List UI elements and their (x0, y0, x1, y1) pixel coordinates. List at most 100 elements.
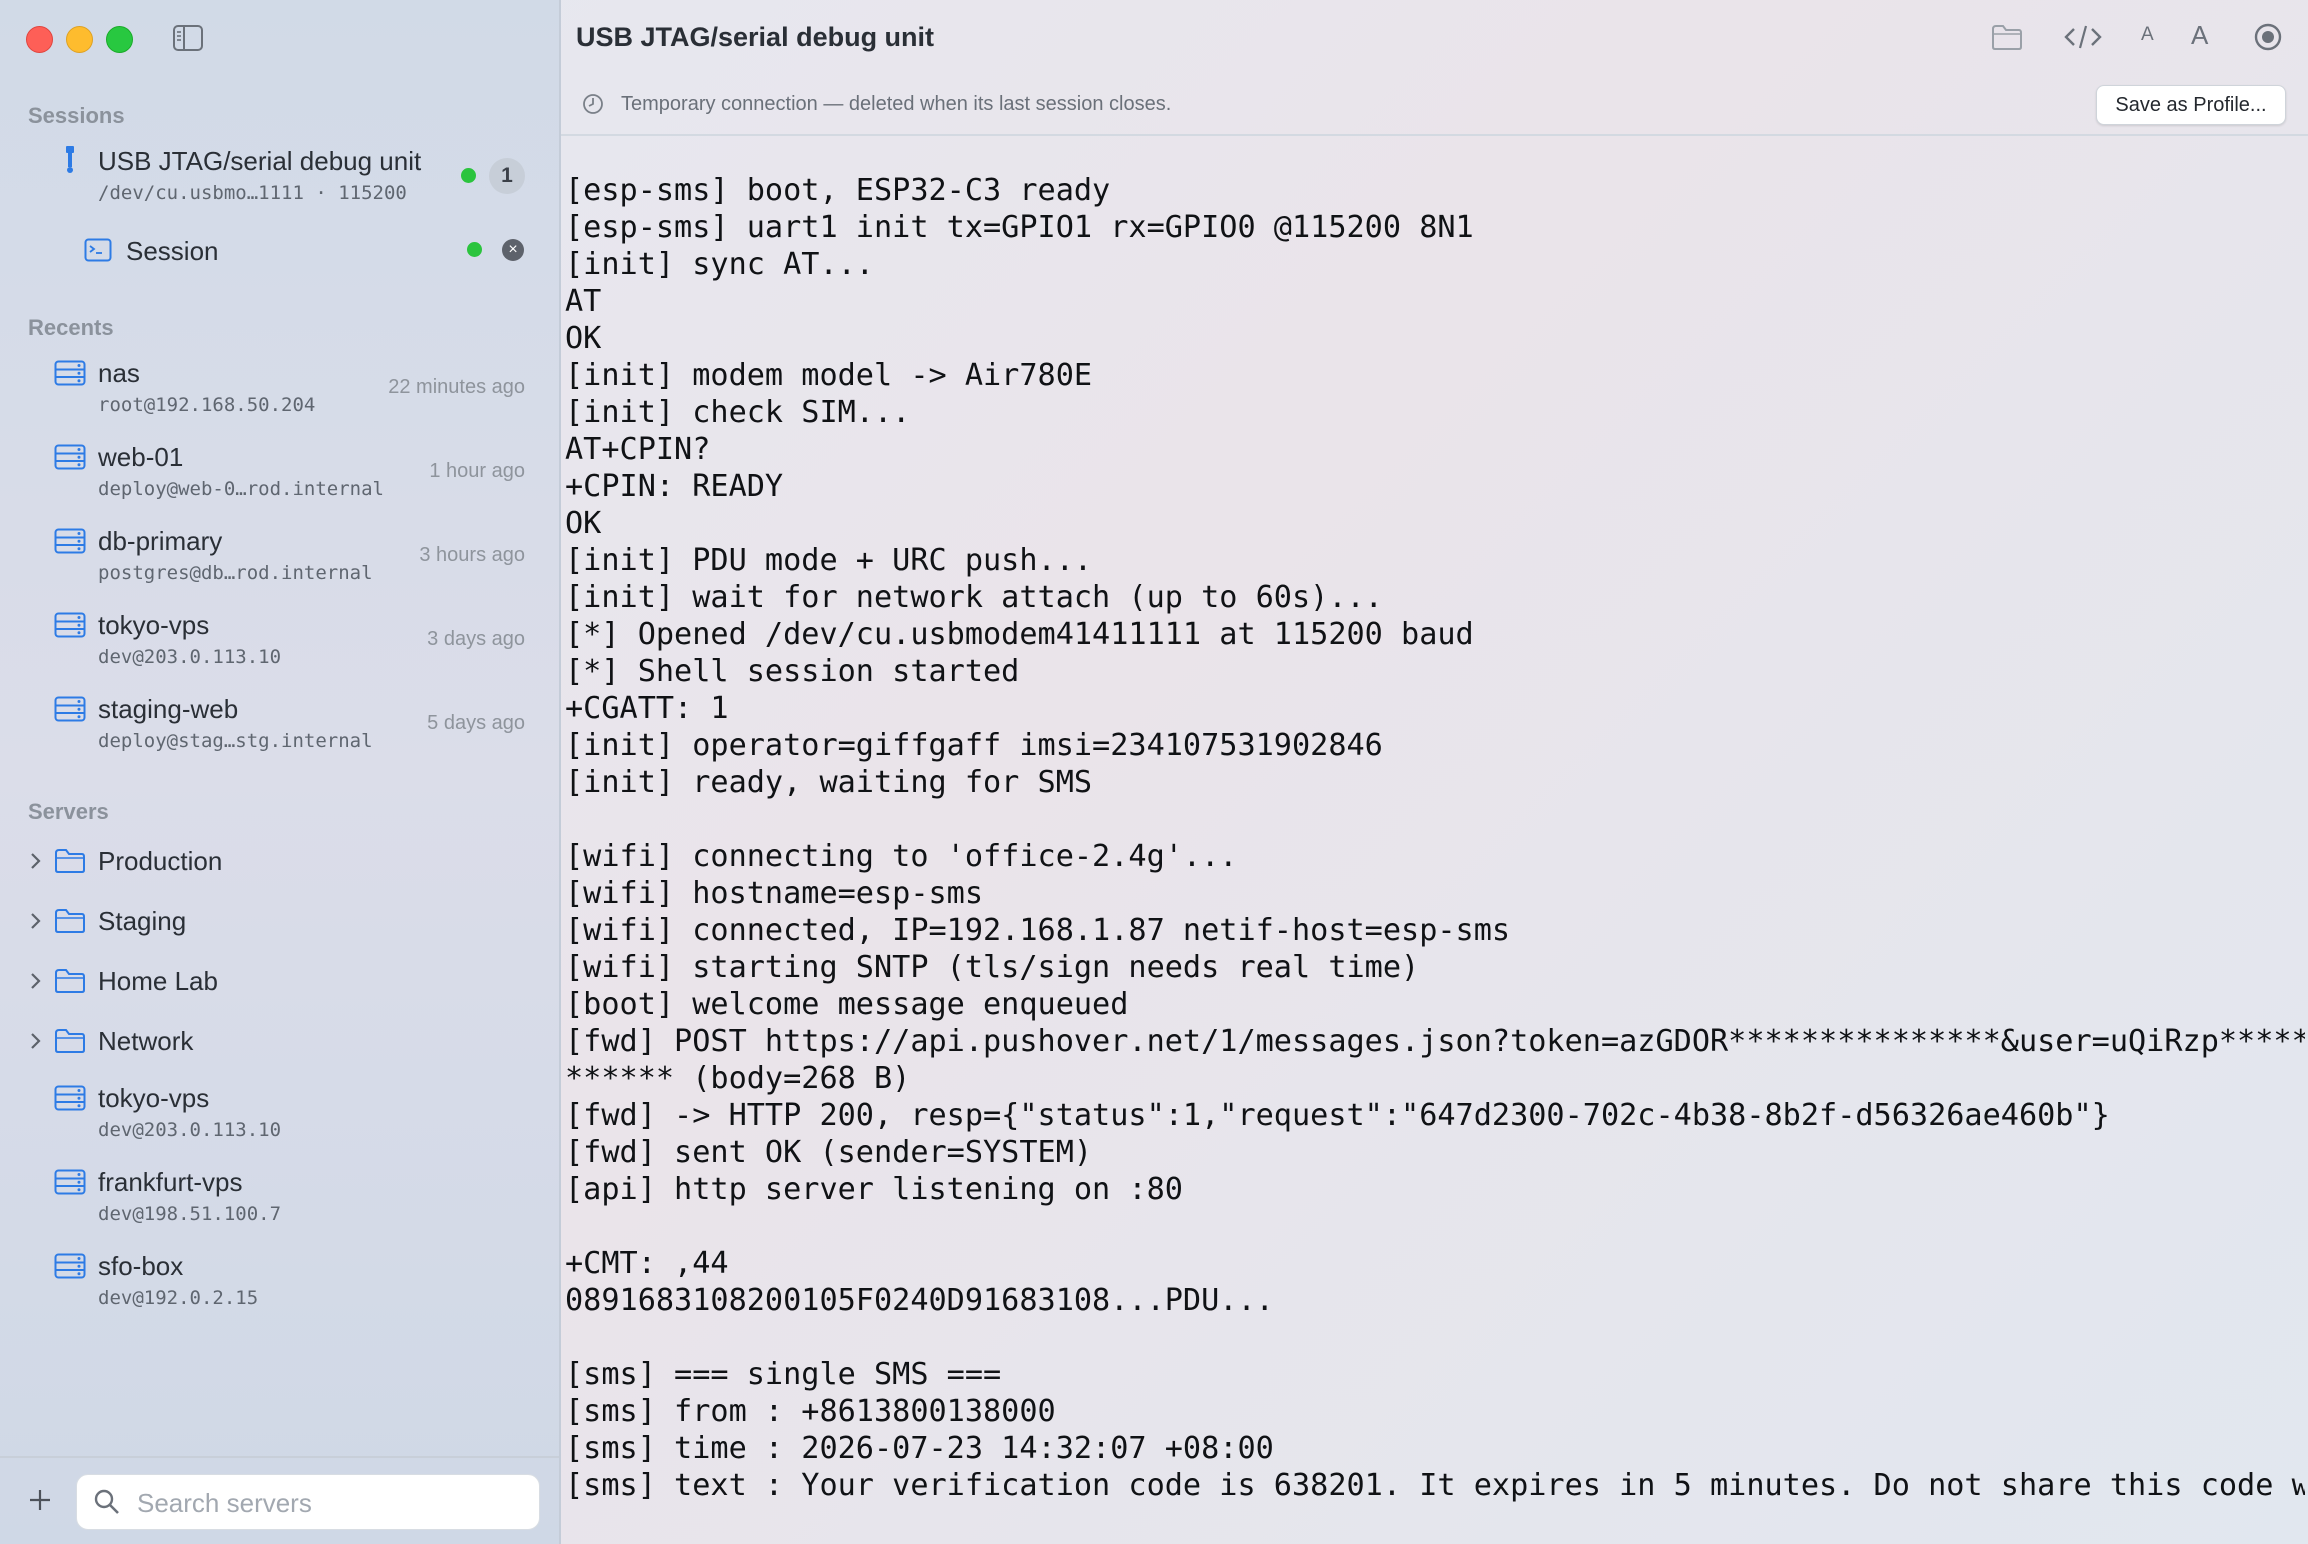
chevron-right-icon[interactable] (28, 851, 42, 871)
folder-icon (55, 969, 85, 993)
recent-time: 1 hour ago (429, 460, 525, 482)
sidebar-bottom-bar (0, 1456, 559, 1544)
search-field[interactable] (76, 1474, 540, 1531)
server-icon (54, 528, 86, 554)
terminal-line: OK (565, 506, 602, 541)
chevron-right-icon[interactable] (28, 1031, 42, 1051)
folder-label: Home Lab (98, 966, 218, 996)
session-count-badge: 1 (489, 158, 525, 194)
recent-time: 5 days ago (427, 712, 525, 734)
connection-name: USB JTAG/serial debug unit (98, 146, 422, 176)
terminal-line: [sms] text : Your verification code is 6… (565, 1468, 2305, 1503)
terminal-line: +CPIN: READY (565, 469, 784, 504)
server-icon (54, 360, 86, 386)
server-icon (54, 1169, 86, 1195)
banner-message: Temporary connection — deleted when its … (621, 93, 1172, 115)
terminal-line: [wifi] connected, IP=192.168.1.87 netif-… (565, 913, 1511, 948)
app-window: Sessions USB JTAG/serial debug unit /dev… (0, 0, 2308, 1544)
server-icon (54, 1253, 86, 1279)
folder-label: Production (98, 846, 223, 876)
terminal-line: [fwd] -> HTTP 200, resp={"status":1,"req… (565, 1098, 2110, 1133)
recent-address: dev@203.0.113.10 (98, 646, 282, 668)
terminal-line: OK (565, 321, 602, 356)
terminal-line: [wifi] starting SNTP (tls/sign needs rea… (565, 950, 1420, 985)
temporary-connection-banner: Temporary connection — deleted when its … (561, 80, 2308, 136)
terminal-line: [init] check SIM... (565, 395, 911, 430)
session-label: Session (126, 236, 219, 266)
folder-icon (55, 849, 85, 873)
terminal-line: [*] Shell session started (565, 654, 1020, 689)
terminal-line: [init] PDU mode + URC push... (565, 543, 1093, 578)
record-icon[interactable] (2251, 20, 2285, 54)
usb-plug-icon (66, 146, 74, 173)
terminal-line: [wifi] connecting to 'office-2.4g'... (565, 839, 1238, 874)
terminal-line: +CGATT: 1 (565, 691, 729, 726)
folder-icon (55, 1029, 85, 1053)
close-session-button[interactable]: × (502, 239, 524, 261)
terminal-line: [wifi] hostname=esp-sms (565, 876, 984, 911)
server-name: sfo-box (98, 1251, 184, 1281)
text-larger-icon[interactable]: A (2191, 20, 2208, 54)
sidebar-toggle-icon[interactable] (172, 24, 204, 52)
recent-address: root@192.168.50.204 (98, 394, 316, 416)
terminal-line: [esp-sms] uart1 init tx=GPIO1 rx=GPIO0 @… (565, 210, 1474, 245)
search-icon (94, 1489, 119, 1514)
servers-section-title: Servers (28, 799, 109, 824)
terminal-line: AT (565, 284, 602, 319)
terminal-line: ****** (body=268 B) (565, 1061, 911, 1096)
terminal-output[interactable]: [esp-sms] boot, ESP32-C3 ready [esp-sms] … (565, 172, 2305, 1504)
server-address: dev@192.0.2.15 (98, 1287, 259, 1309)
folder-icon[interactable] (1991, 20, 2023, 54)
terminal-line: [fwd] POST https://api.pushover.net/1/me… (565, 1024, 2305, 1059)
recent-address: deploy@web-0…rod.internal (98, 478, 384, 500)
sessions-section-title: Sessions (28, 103, 125, 128)
terminal-line: [init] wait for network attach (up to 60… (565, 580, 1383, 615)
folder-label: Staging (98, 906, 187, 936)
terminal-line: [boot] welcome message enqueued (565, 987, 1129, 1022)
recent-name: web-01 (98, 442, 184, 472)
terminal-icon (84, 238, 112, 262)
chevron-right-icon[interactable] (28, 911, 42, 931)
terminal-line: AT+CPIN? (565, 432, 711, 467)
minimize-window-button[interactable] (66, 26, 93, 53)
text-smaller-icon[interactable]: A (2141, 24, 2154, 58)
recents-section-title: Recents (28, 315, 114, 340)
server-name: frankfurt-vps (98, 1167, 243, 1197)
recent-name: staging-web (98, 694, 239, 724)
terminal-line: [*] Opened /dev/cu.usbmodem41411111 at 1… (565, 617, 1474, 652)
code-icon[interactable] (2063, 20, 2103, 54)
terminal-line: [init] sync AT... (565, 247, 874, 282)
search-input[interactable] (135, 1475, 529, 1531)
connection-status-dot (461, 168, 476, 183)
recent-time: 3 days ago (427, 628, 525, 650)
save-as-profile-button[interactable]: Save as Profile... (2096, 85, 2286, 125)
server-icon (54, 444, 86, 470)
folder-icon (55, 909, 85, 933)
main-pane: USB JTAG/serial debug unit A A Temporary… (561, 0, 2308, 1544)
terminal-line: [esp-sms] boot, ESP32-C3 ready (565, 173, 1111, 208)
close-window-button[interactable] (26, 26, 53, 53)
terminal-line: [fwd] sent OK (sender=SYSTEM) (565, 1135, 1093, 1170)
server-icon (54, 1085, 86, 1111)
terminal-line: 0891683108200105F0240D91683108...PDU... (565, 1283, 1274, 1318)
recent-name: nas (98, 358, 140, 388)
zoom-window-button[interactable] (106, 26, 133, 53)
connection-detail: /dev/cu.usbmo…1111 · 115200 (98, 182, 407, 204)
server-address: dev@198.51.100.7 (98, 1203, 282, 1225)
sidebar: Sessions USB JTAG/serial debug unit /dev… (0, 0, 561, 1544)
recent-address: deploy@stag…stg.internal (98, 730, 373, 752)
recent-name: tokyo-vps (98, 610, 210, 640)
add-server-button[interactable] (24, 1484, 56, 1516)
server-name: tokyo-vps (98, 1083, 210, 1113)
server-icon (54, 612, 86, 638)
chevron-right-icon[interactable] (28, 971, 42, 991)
terminal-line: +CMT: ,44 (565, 1246, 729, 1281)
terminal-line: [sms] time : 2026-07-23 14:32:07 +08:00 (565, 1431, 1274, 1466)
recent-time: 22 minutes ago (388, 376, 525, 398)
terminal-line: [sms] from : +8613800138000 (565, 1394, 1056, 1429)
recent-name: db-primary (98, 526, 223, 556)
recent-address: postgres@db…rod.internal (98, 562, 373, 584)
